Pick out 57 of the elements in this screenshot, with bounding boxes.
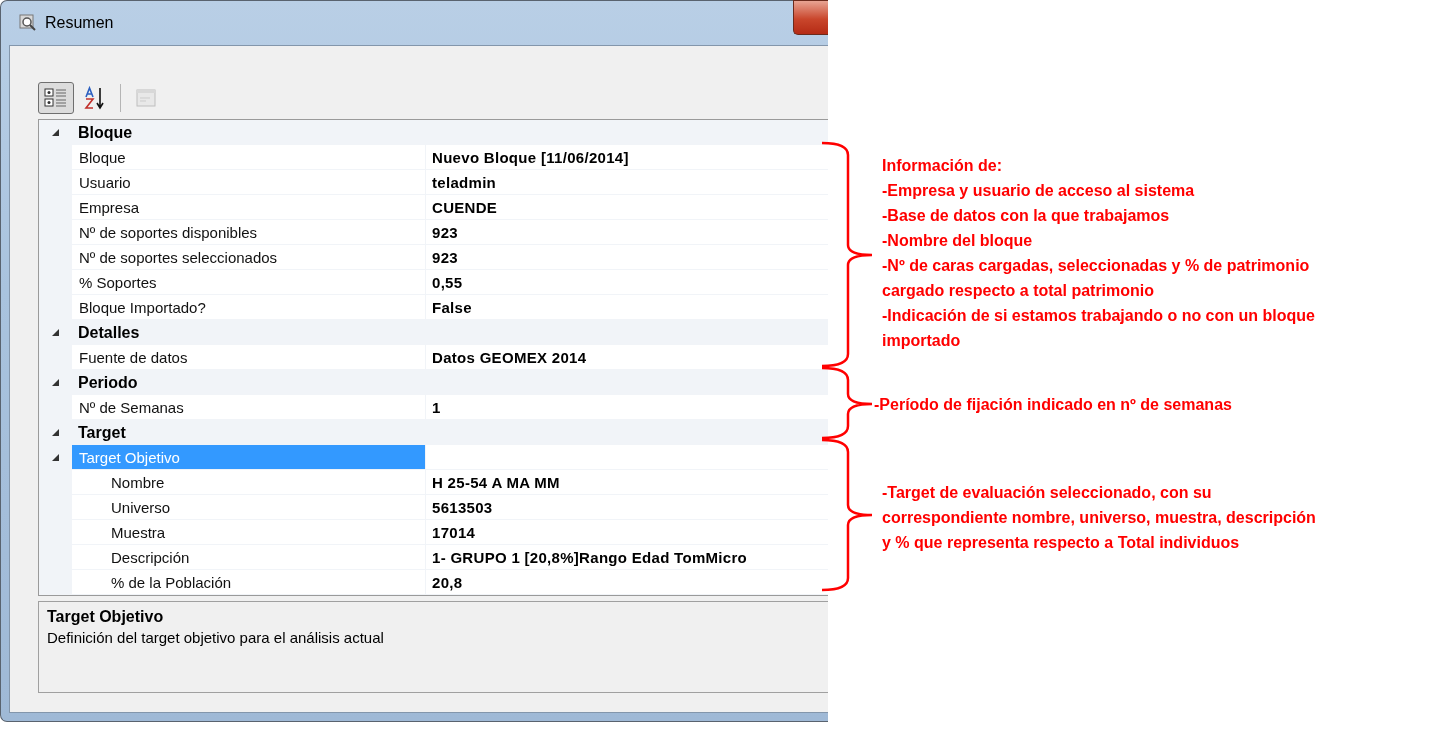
property-label[interactable]: Bloque Importado? [72, 295, 426, 319]
property-value[interactable]: 0,55 [432, 273, 463, 291]
annotation-text: Información de: [882, 156, 1002, 176]
annotation-text: correspondiente nombre, universo, muestra, descripción [882, 508, 1316, 528]
annotation-text: -Base de datos con la que trabajamos [882, 206, 1170, 226]
property-label[interactable]: Descripción [72, 545, 426, 569]
annotation-text: -Nº de caras cargadas, seleccionadas y % de patrimonio [882, 256, 1310, 276]
expand-icon[interactable] [52, 329, 59, 336]
property-value[interactable]: 20,8 [432, 573, 463, 591]
category-header[interactable]: Periodo [72, 370, 828, 395]
property-value[interactable]: Nuevo Bloque [11/06/2014] [432, 148, 629, 166]
categorized-button[interactable] [38, 82, 74, 114]
property-label[interactable]: Bloque [72, 145, 426, 169]
property-label[interactable]: Fuente de datos [72, 345, 426, 369]
property-label[interactable]: Muestra [72, 520, 426, 544]
annotation-text: cargado respecto a total patrimonio [882, 281, 1155, 301]
property-label[interactable]: Empresa [72, 195, 426, 219]
property-label[interactable]: Nombre [72, 470, 426, 494]
property-label[interactable]: Nº de soportes seleccionados [72, 245, 426, 269]
property-value[interactable]: H 25-54 A MA MM [432, 473, 560, 491]
expand-icon[interactable] [52, 453, 59, 461]
property-value[interactable]: teladmin [432, 173, 497, 191]
property-value[interactable]: CUENDE [432, 198, 498, 216]
annotation-text: importado [882, 331, 961, 351]
property-label[interactable]: Universo [72, 495, 426, 519]
annotation-text: -Empresa y usuario de acceso al sistema [882, 181, 1195, 201]
sort-icon [83, 86, 107, 110]
expand-icon[interactable] [52, 379, 59, 386]
expand-icon[interactable] [52, 129, 59, 136]
expand-icon[interactable] [52, 429, 59, 436]
property-label[interactable]: % de la Población [72, 570, 426, 594]
magnifier-icon [19, 14, 37, 32]
property-label[interactable]: Nº de soportes disponibles [72, 220, 426, 244]
property-pages-icon [134, 86, 158, 110]
property-value[interactable]: 923 [432, 248, 458, 266]
property-value[interactable]: 1 [432, 398, 441, 416]
description-title: Target Objetivo [47, 608, 165, 626]
category-header[interactable]: Bloque [72, 120, 828, 145]
property-value[interactable]: Datos GEOMEX 2014 [432, 348, 587, 366]
property-value[interactable]: 923 [432, 223, 458, 241]
annotation-text: -Período de fijación indicado en nº de semanas [874, 395, 1232, 415]
annotation-text: -Target de evaluación seleccionado, con su [882, 483, 1212, 503]
annotation-text: -Indicación de si estamos trabajando o no con un bloque [882, 306, 1315, 326]
category-header[interactable]: Target [72, 420, 828, 445]
annotation-text: -Nombre del bloque [882, 231, 1033, 251]
property-label[interactable]: Nº de Semanas [72, 395, 426, 419]
property-value[interactable]: False [432, 298, 472, 316]
property-label[interactable]: % Soportes [72, 270, 426, 294]
property-value[interactable]: 5613503 [432, 498, 493, 516]
category-header[interactable]: Detalles [72, 320, 828, 345]
property-value[interactable]: 17014 [432, 523, 476, 541]
window-title: Resumen [45, 14, 114, 32]
annotation-text: y % que representa respecto a Total individuos [882, 533, 1240, 553]
property-label[interactable]: Usuario [72, 170, 426, 194]
description-text: Definición del target objetivo para el análisis actual [47, 629, 385, 646]
close-button[interactable] [793, 0, 828, 35]
property-value[interactable]: 1- GRUPO 1 [20,8%]Rango Edad TomMicro [432, 548, 748, 566]
